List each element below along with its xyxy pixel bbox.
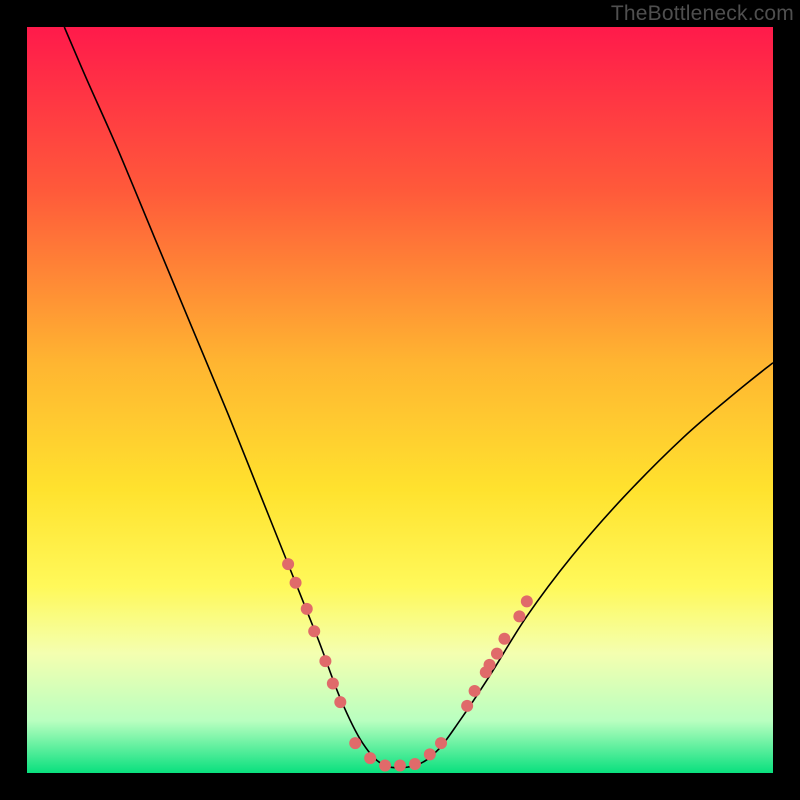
data-point (461, 700, 473, 712)
data-point (521, 595, 533, 607)
data-point (290, 577, 302, 589)
data-point (498, 633, 510, 645)
data-point (379, 760, 391, 772)
data-point (469, 685, 481, 697)
data-point (491, 648, 503, 660)
data-point (334, 696, 346, 708)
data-point (409, 758, 421, 770)
data-point (349, 737, 361, 749)
data-point (394, 760, 406, 772)
gradient-background (27, 27, 773, 773)
bottleneck-chart (27, 27, 773, 773)
data-point (424, 748, 436, 760)
data-point (301, 603, 313, 615)
data-point (513, 610, 525, 622)
data-point (435, 737, 447, 749)
watermark-text: TheBottleneck.com (611, 2, 794, 26)
chart-frame (27, 27, 773, 773)
data-point (484, 659, 496, 671)
data-point (327, 677, 339, 689)
data-point (319, 655, 331, 667)
data-point (308, 625, 320, 637)
data-point (364, 752, 376, 764)
data-point (282, 558, 294, 570)
